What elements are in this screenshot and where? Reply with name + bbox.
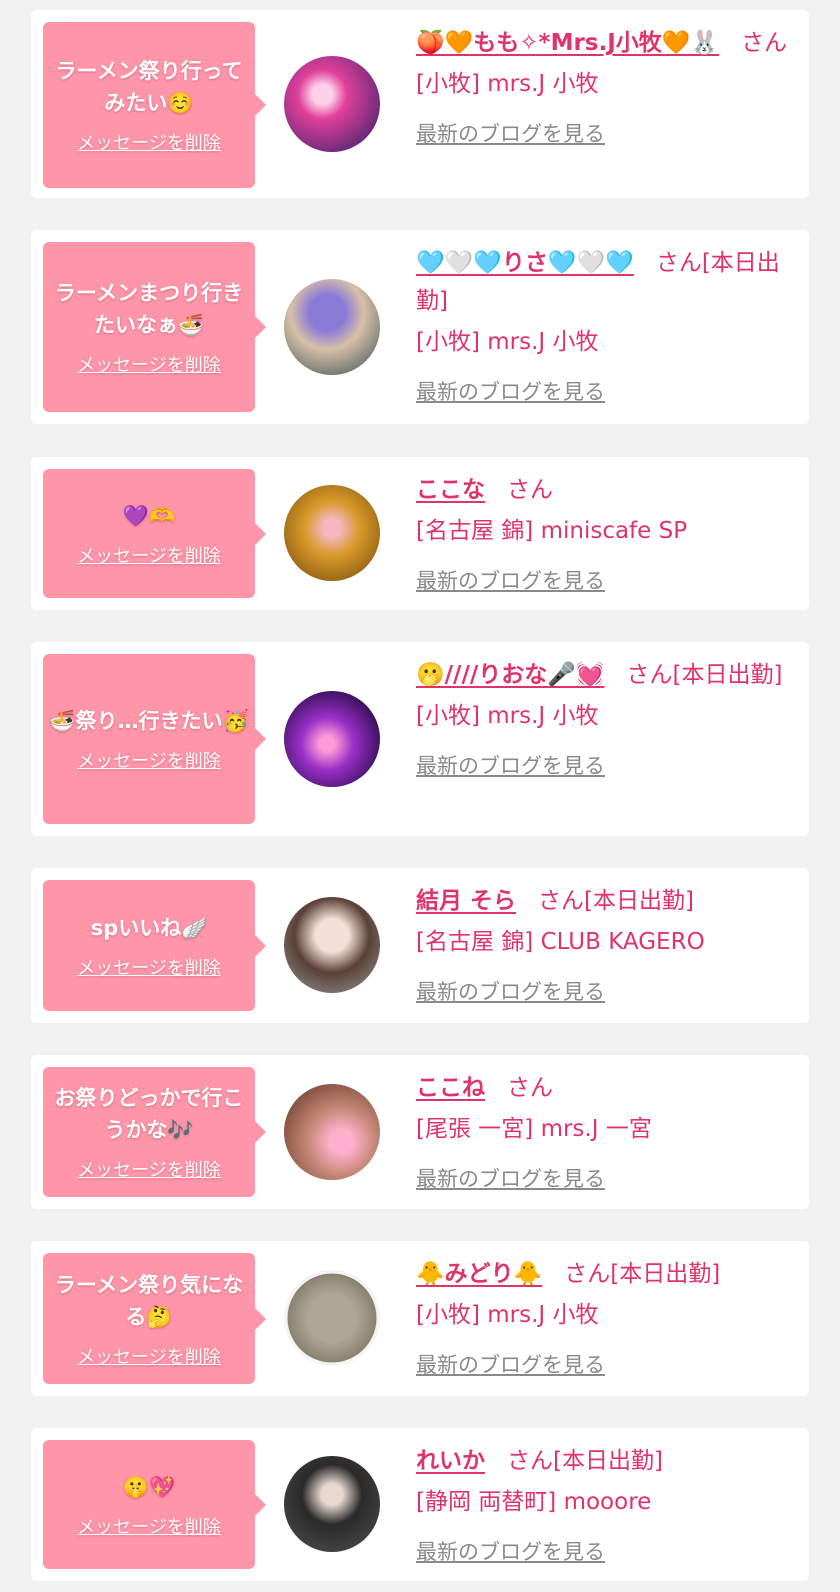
cast-name-link[interactable]: 結月 そら xyxy=(416,888,516,914)
cast-info: 🐥みどり🐥 さん[本日出勤] [小牧] mrs.J 小牧 最新のブログを見る xyxy=(416,1255,795,1384)
message-bubble: 🤫💖 メッセージを削除 xyxy=(43,1440,266,1569)
message-text: 💜🫶 xyxy=(122,503,176,528)
shop-name: [小牧] mrs.J 小牧 xyxy=(416,329,599,355)
cast-suffix: さん[本日出勤] xyxy=(507,1448,663,1474)
avatar[interactable] xyxy=(284,1084,380,1180)
message-card: ラーメンまつり行きたいなぁ🍜 メッセージを削除 🩵🤍🩵りさ🩵🤍🩵 さん[本日出勤]… xyxy=(31,230,809,424)
cast-info: 🍑🧡もも✧*Mrs.J小牧🧡🐰 さん [小牧] mrs.J 小牧 最新のブログを見… xyxy=(416,24,795,153)
message-text: 🤫💖 xyxy=(122,1474,176,1499)
delete-message-link[interactable]: メッセージを削除 xyxy=(77,129,221,155)
latest-blog-link[interactable]: 最新のブログを見る xyxy=(416,373,605,411)
message-text: ラーメンまつり行きたいなぁ🍜 xyxy=(54,281,244,337)
latest-blog-link[interactable]: 最新のブログを見る xyxy=(416,973,605,1011)
delete-message-link[interactable]: メッセージを削除 xyxy=(77,954,221,980)
shop-name: [尾張 一宮] mrs.J 一宮 xyxy=(416,1116,652,1142)
delete-message-link[interactable]: メッセージを削除 xyxy=(77,1156,221,1182)
cast-suffix: さん[本日出勤] xyxy=(538,888,694,914)
cast-name-link[interactable]: れいか xyxy=(416,1448,485,1474)
delete-message-link[interactable]: メッセージを削除 xyxy=(77,351,221,377)
delete-message-link[interactable]: メッセージを削除 xyxy=(77,1513,221,1539)
latest-blog-link[interactable]: 最新のブログを見る xyxy=(416,1346,605,1384)
cast-info: ここな さん [名古屋 錦] miniscafe SP 最新のブログを見る xyxy=(416,471,795,600)
avatar[interactable] xyxy=(284,1270,380,1366)
delete-message-link[interactable]: メッセージを削除 xyxy=(77,1343,221,1369)
message-text: ラーメン祭り行ってみたい☺️ xyxy=(55,59,243,115)
message-card: ラーメン祭り気になる🤔 メッセージを削除 🐥みどり🐥 さん[本日出勤] [小牧] … xyxy=(31,1241,809,1396)
message-bubble: 💜🫶 メッセージを削除 xyxy=(43,469,266,598)
cast-info: ここね さん [尾張 一宮] mrs.J 一宮 最新のブログを見る xyxy=(416,1069,795,1198)
cast-suffix: さん[本日出勤] xyxy=(626,662,783,688)
avatar[interactable] xyxy=(284,485,380,581)
message-card: 🤫💖 メッセージを削除 れいか さん[本日出勤] [静岡 両替町] mooore … xyxy=(31,1428,809,1581)
latest-blog-link[interactable]: 最新のブログを見る xyxy=(416,747,605,785)
message-bubble: 🍜祭り…行きたい🥳 メッセージを削除 xyxy=(43,654,266,824)
message-bubble: ラーメンまつり行きたいなぁ🍜 メッセージを削除 xyxy=(43,242,266,412)
cast-suffix: さん xyxy=(741,30,788,56)
latest-blog-link[interactable]: 最新のブログを見る xyxy=(416,1160,605,1198)
cast-name-link[interactable]: 🍑🧡もも✧*Mrs.J小牧🧡🐰 xyxy=(416,30,719,56)
message-text: 🍜祭り…行きたい🥳 xyxy=(49,709,249,733)
avatar[interactable] xyxy=(284,279,380,375)
cast-info: 結月 そら さん[本日出勤] [名古屋 錦] CLUB KAGERO 最新のブログ… xyxy=(416,882,795,1011)
delete-message-link[interactable]: メッセージを削除 xyxy=(77,542,221,568)
latest-blog-link[interactable]: 最新のブログを見る xyxy=(416,115,605,153)
message-text: ラーメン祭り気になる🤔 xyxy=(54,1272,244,1329)
latest-blog-link[interactable]: 最新のブログを見る xyxy=(416,562,605,600)
cast-name-link[interactable]: 🐥みどり🐥 xyxy=(416,1261,542,1287)
cast-info: 🩵🤍🩵りさ🩵🤍🩵 さん[本日出勤] [小牧] mrs.J 小牧 最新のブログを見る xyxy=(416,244,795,411)
cast-info: 🫢////りおな🎤💓 さん[本日出勤] [小牧] mrs.J 小牧 最新のブログを… xyxy=(416,656,795,785)
avatar[interactable] xyxy=(284,691,380,787)
avatar[interactable] xyxy=(284,56,380,152)
avatar[interactable] xyxy=(284,897,380,993)
message-text: spいいね🪽 xyxy=(90,915,208,940)
shop-name: [小牧] mrs.J 小牧 xyxy=(416,703,599,729)
cast-name-link[interactable]: 🩵🤍🩵りさ🩵🤍🩵 xyxy=(416,250,634,276)
cast-info: れいか さん[本日出勤] [静岡 両替町] mooore 最新のブログを見る xyxy=(416,1442,795,1571)
cast-name-link[interactable]: ここね xyxy=(416,1075,485,1101)
shop-name: [名古屋 錦] CLUB KAGERO xyxy=(416,929,705,955)
cast-suffix: さん xyxy=(507,1075,553,1101)
cast-suffix: さん[本日出勤] xyxy=(564,1261,721,1287)
message-text: お祭りどっかで行こうかな🎶 xyxy=(54,1086,244,1142)
delete-message-link[interactable]: メッセージを削除 xyxy=(77,747,221,773)
cast-name-link[interactable]: 🫢////りおな🎤💓 xyxy=(416,662,605,688)
message-bubble: ラーメン祭り行ってみたい☺️ メッセージを削除 xyxy=(43,22,266,188)
message-card: 💜🫶 メッセージを削除 ここな さん [名古屋 錦] miniscafe SP 最… xyxy=(31,457,809,610)
cast-name-link[interactable]: ここな xyxy=(416,477,485,503)
message-bubble: お祭りどっかで行こうかな🎶 メッセージを削除 xyxy=(43,1067,266,1197)
message-bubble: ラーメン祭り気になる🤔 メッセージを削除 xyxy=(43,1253,266,1384)
cast-suffix: さん xyxy=(507,477,553,503)
avatar[interactable] xyxy=(284,1456,380,1552)
latest-blog-link[interactable]: 最新のブログを見る xyxy=(416,1533,605,1571)
shop-name: [静岡 両替町] mooore xyxy=(416,1489,652,1515)
message-card: spいいね🪽 メッセージを削除 結月 そら さん[本日出勤] [名古屋 錦] CL… xyxy=(31,868,809,1023)
message-bubble: spいいね🪽 メッセージを削除 xyxy=(43,880,266,1011)
message-card: ラーメン祭り行ってみたい☺️ メッセージを削除 🍑🧡もも✧*Mrs.J小牧🧡🐰 さ… xyxy=(31,10,809,198)
shop-name: [小牧] mrs.J 小牧 xyxy=(416,1302,599,1328)
shop-name: [小牧] mrs.J 小牧 xyxy=(416,71,599,97)
shop-name: [名古屋 錦] miniscafe SP xyxy=(416,518,688,544)
message-card: 🍜祭り…行きたい🥳 メッセージを削除 🫢////りおな🎤💓 さん[本日出勤] [小… xyxy=(31,642,809,836)
message-card: お祭りどっかで行こうかな🎶 メッセージを削除 ここね さん [尾張 一宮] mrs… xyxy=(31,1055,809,1209)
